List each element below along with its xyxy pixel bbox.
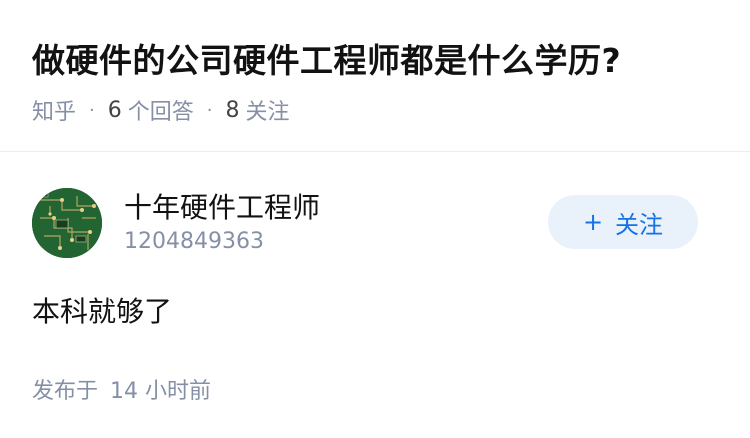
followers-count: 8 (225, 97, 240, 123)
author-name[interactable]: 十年硬件工程师 (124, 186, 320, 226)
source-label[interactable]: 知乎 (32, 94, 76, 126)
question-meta: 知乎 · 6 个回答 · 8 关注 (32, 94, 290, 126)
question-title[interactable]: 做硬件的公司硬件工程师都是什么学历? (32, 34, 621, 82)
question-header: 做硬件的公司硬件工程师都是什么学历? 知乎 · 6 个回答 · 8 关注 (0, 0, 750, 150)
follow-button[interactable]: + 关注 (548, 195, 698, 249)
answer-content: 本科就够了 (32, 295, 173, 328)
separator-dot: · (206, 99, 213, 121)
divider (0, 151, 750, 152)
published-label: 发布于 (32, 379, 99, 404)
answers-count: 6 (107, 97, 122, 123)
plus-icon: + (582, 208, 604, 236)
published-time: 14 小时前 (110, 379, 212, 404)
answers-label[interactable]: 个回答 (128, 94, 194, 126)
zhihu-answer-page: 做硬件的公司硬件工程师都是什么学历? 知乎 · 6 个回答 · 8 关注 十年硬… (0, 0, 750, 438)
separator-dot: · (89, 99, 95, 121)
followers-label[interactable]: 关注 (246, 94, 290, 126)
author-id: 1204849363 (124, 229, 264, 254)
follow-button-label: 关注 (615, 210, 664, 239)
circuit-board-avatar-image (32, 188, 102, 258)
answer-footer: 发布于 14 小时前 (32, 373, 211, 405)
avatar[interactable] (32, 188, 102, 258)
